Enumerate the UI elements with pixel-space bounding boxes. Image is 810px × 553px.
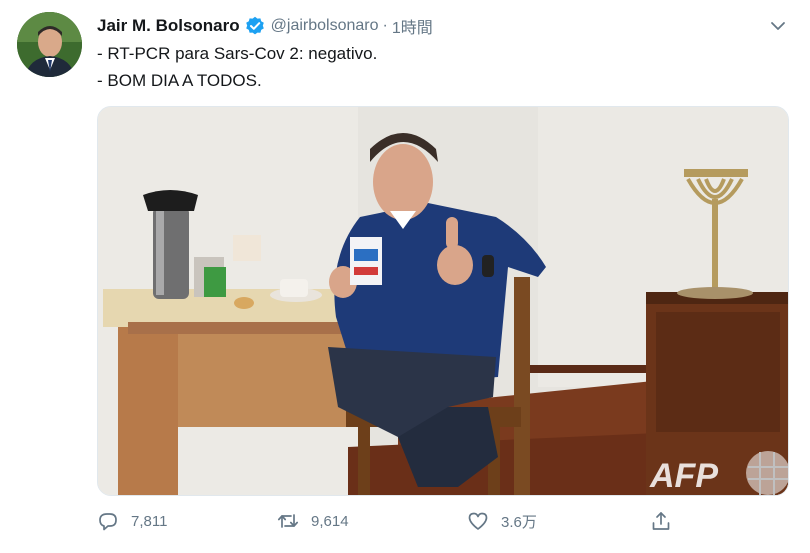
tweet-actions: 7,811 9,614 3.6万	[97, 510, 697, 538]
retweet-count: 9,614	[311, 512, 349, 530]
handle[interactable]: @jairbolsonaro	[271, 17, 379, 35]
share-icon	[652, 512, 670, 530]
tweet-photo[interactable]: AFP	[97, 106, 789, 496]
separator-dot: ·	[382, 17, 388, 34]
tweet-header: Jair M. Bolsonaro @jairbolsonaro · 1時間	[97, 14, 433, 38]
afp-watermark: AFP	[649, 457, 718, 495]
verified-badge-icon	[245, 16, 265, 36]
avatar[interactable]	[17, 12, 82, 77]
display-name[interactable]: Jair M. Bolsonaro	[97, 16, 240, 36]
like-count: 3.6万	[501, 513, 537, 531]
share-button[interactable]	[650, 510, 684, 532]
reply-count: 7,811	[131, 512, 168, 530]
tweet-text-line: - RT-PCR para Sars-Cov 2: negativo.	[97, 44, 378, 63]
reply-button[interactable]: 7,811	[97, 510, 167, 532]
retweet-button[interactable]: 9,614	[277, 510, 349, 532]
tweet: Jair M. Bolsonaro @jairbolsonaro · 1時間 -…	[0, 0, 810, 553]
retweet-icon	[277, 514, 299, 528]
reply-icon	[99, 513, 117, 531]
like-button[interactable]: 3.6万	[467, 510, 537, 532]
heart-icon	[468, 512, 488, 530]
chevron-down-icon[interactable]	[768, 16, 788, 36]
timestamp[interactable]: 1時間	[392, 14, 433, 38]
tweet-text-line: - BOM DIA A TODOS.	[97, 71, 262, 90]
